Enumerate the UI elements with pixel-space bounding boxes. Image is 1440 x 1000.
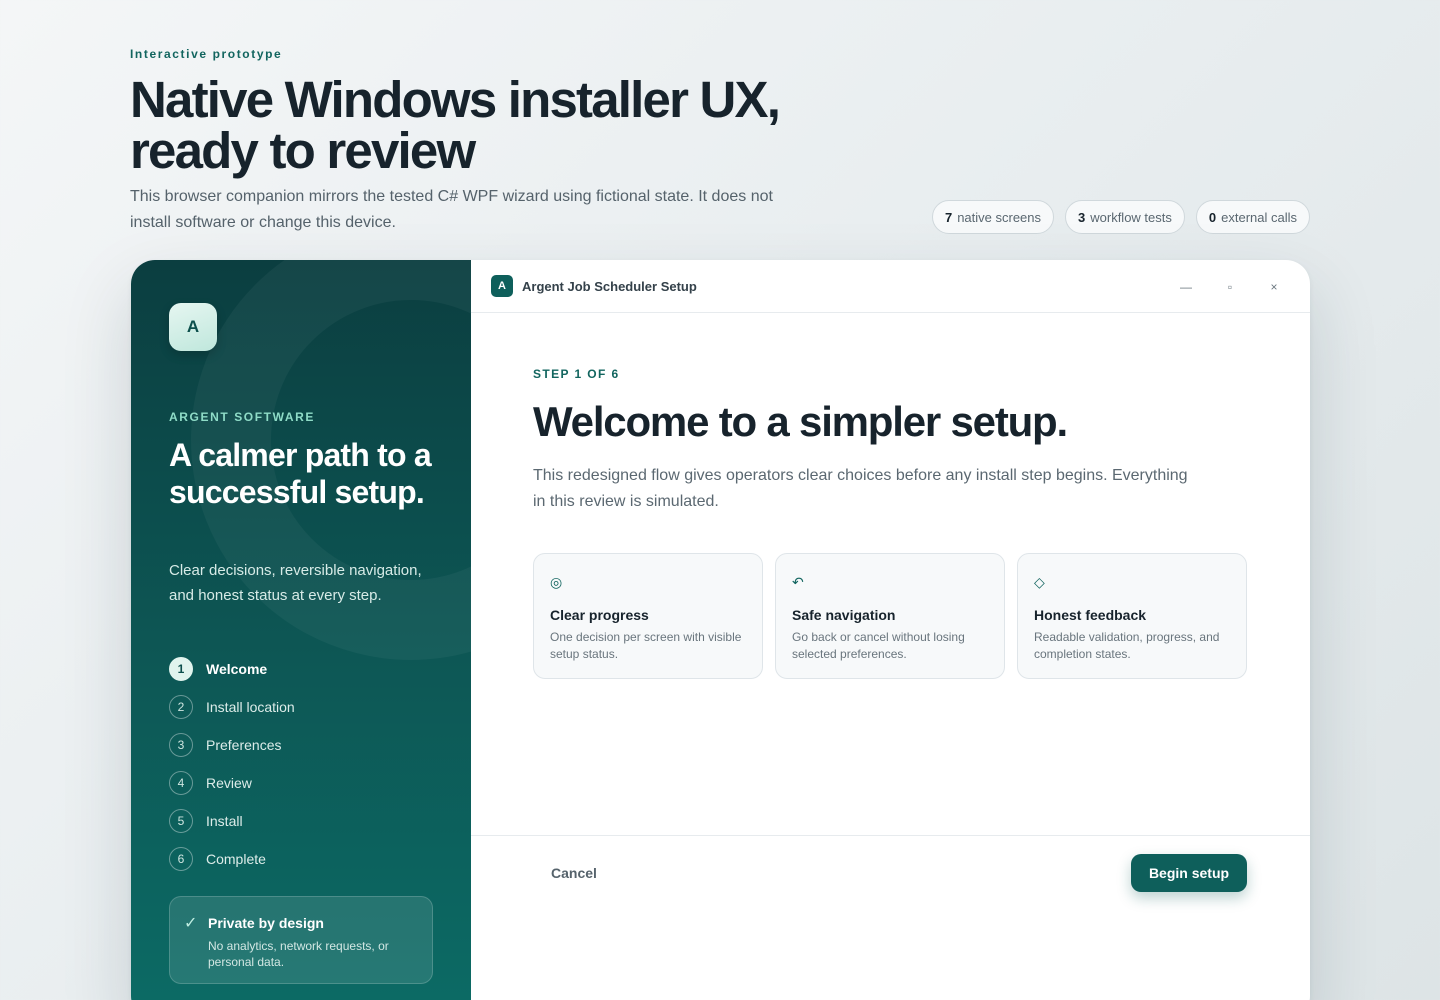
sidebar-title: A calmer path to a successful setup. (169, 437, 432, 510)
stat-label: external calls (1221, 209, 1297, 225)
step-preferences: 3 Preferences (169, 726, 295, 764)
window-controls: — ▫ × (1164, 274, 1296, 300)
step-welcome: 1 Welcome (169, 650, 295, 688)
card-description: Go back or cancel without losing selecte… (792, 630, 965, 661)
feature-card-safe-navigation: ↶ Safe navigation Go back or cancel with… (775, 553, 1005, 679)
welcome-title: Welcome to a simpler setup. (533, 398, 1068, 445)
maximize-button[interactable]: ▫ (1208, 274, 1252, 300)
step-complete: 6 Complete (169, 840, 295, 878)
step-number: 2 (169, 695, 193, 719)
step-label: Install (206, 813, 243, 829)
window-title: Argent Job Scheduler Setup (522, 278, 697, 294)
checkmark-icon: ✓ (184, 915, 198, 932)
begin-setup-button[interactable]: Begin setup (1131, 854, 1247, 892)
stat-label: workflow tests (1090, 209, 1172, 225)
privacy-description: No analytics, network requests, or perso… (208, 939, 389, 969)
step-number: 1 (169, 657, 193, 681)
page-title: Native Windows installer UX, ready to re… (130, 74, 850, 176)
step-number: 6 (169, 847, 193, 871)
feature-card-honest-feedback: ◇ Honest feedback Readable validation, p… (1017, 553, 1247, 679)
step-number: 4 (169, 771, 193, 795)
close-icon: × (1270, 280, 1278, 294)
welcome-content: STEP 1 OF 6 Welcome to a simpler setup. … (533, 367, 1193, 515)
step-label: Preferences (206, 737, 282, 753)
target-icon: ◎ (550, 574, 563, 590)
step-label: Welcome (206, 661, 268, 677)
installer-sidebar: A ARGENT SOFTWARE A calmer path to a suc… (131, 260, 471, 1000)
card-title: Honest feedback (1034, 607, 1147, 623)
card-title: Safe navigation (792, 607, 896, 623)
minimize-button[interactable]: — (1164, 274, 1208, 300)
card-description: Readable validation, progress, and compl… (1034, 630, 1220, 661)
step-number: 5 (169, 809, 193, 833)
page-subtitle: This browser companion mirrors the teste… (130, 188, 773, 231)
step-list: 1 Welcome 2 Install location 3 Preferenc… (169, 650, 295, 878)
step-label: Complete (206, 851, 266, 867)
step-install-location: 2 Install location (169, 688, 295, 726)
privacy-notice: ✓ Private by design No analytics, networ… (169, 896, 433, 984)
page-title-line-2: ready to review (130, 122, 476, 179)
stat-external-calls: 0 external calls (1195, 200, 1310, 234)
stat-workflow-tests: 3 workflow tests (1065, 200, 1185, 234)
step-number: 3 (169, 733, 193, 757)
step-review: 4 Review (169, 764, 295, 802)
step-indicator: STEP 1 OF 6 (533, 367, 620, 381)
minimize-icon: — (1180, 280, 1192, 294)
installer-window: A ARGENT SOFTWARE A calmer path to a suc… (131, 260, 1310, 1000)
welcome-description: This redesigned flow gives operators cle… (533, 467, 1188, 510)
page-title-line-1: Native Windows installer UX, (130, 71, 781, 128)
feature-card-clear-progress: ◎ Clear progress One decision per screen… (533, 553, 763, 679)
sidebar-description: Clear decisions, reversible navigation, … (169, 562, 422, 604)
stat-native-screens: 7 native screens (931, 200, 1055, 234)
privacy-title: Private by design (208, 915, 324, 931)
step-install: 5 Install (169, 802, 295, 840)
stat-value: 7 (944, 209, 953, 225)
step-label: Install location (206, 699, 295, 715)
feature-cards: ◎ Clear progress One decision per screen… (533, 553, 1247, 679)
app-logo: A (169, 303, 217, 351)
stat-value: 0 (1208, 209, 1217, 225)
stats-row: 7 native screens 3 workflow tests 0 exte… (931, 200, 1310, 234)
page-eyebrow: Interactive prototype (130, 47, 283, 61)
card-description: One decision per screen with visible set… (550, 630, 742, 661)
footer-divider (471, 835, 1310, 836)
step-label: Review (206, 775, 252, 791)
stat-value: 3 (1078, 209, 1086, 225)
brand-name: ARGENT SOFTWARE (169, 410, 315, 424)
maximize-icon: ▫ (1227, 280, 1233, 294)
card-title: Clear progress (550, 607, 649, 623)
close-button[interactable]: × (1252, 274, 1296, 300)
installer-main: A Argent Job Scheduler Setup — ▫ × STEP … (471, 260, 1310, 1000)
stat-label: native screens (957, 209, 1042, 225)
diamond-icon: ◇ (1034, 574, 1045, 590)
cancel-button[interactable]: Cancel (533, 854, 615, 892)
window-titlebar: A Argent Job Scheduler Setup — ▫ × (471, 260, 1310, 313)
titlebar-logo: A (491, 275, 513, 297)
undo-icon: ↶ (792, 574, 804, 590)
